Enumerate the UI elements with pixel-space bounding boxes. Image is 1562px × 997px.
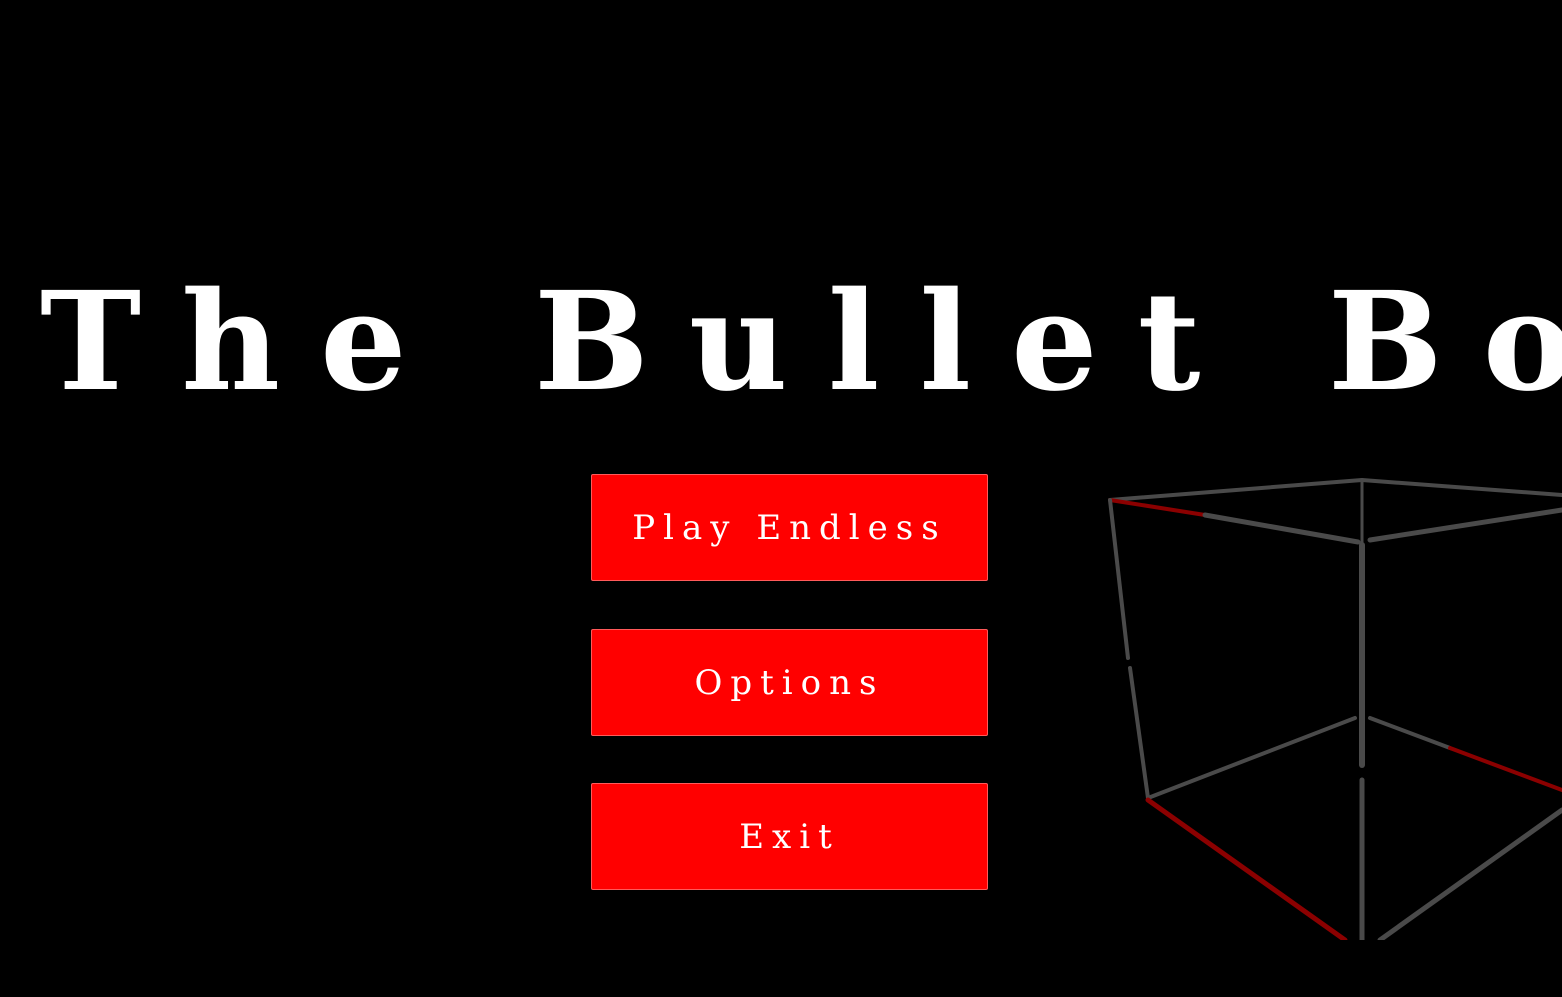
options-button[interactable]: Options [591, 629, 988, 736]
exit-button[interactable]: Exit [591, 783, 988, 890]
main-menu-screen: The Bullet Box Play Endless Options Exit [0, 0, 1562, 997]
game-title: The Bullet Box [40, 262, 1562, 422]
play-endless-button[interactable]: Play Endless [591, 474, 988, 581]
exit-label: Exit [739, 816, 840, 857]
wireframe-cube-icon [1108, 478, 1562, 940]
options-label: Options [694, 662, 885, 703]
play-endless-label: Play Endless [632, 507, 947, 548]
